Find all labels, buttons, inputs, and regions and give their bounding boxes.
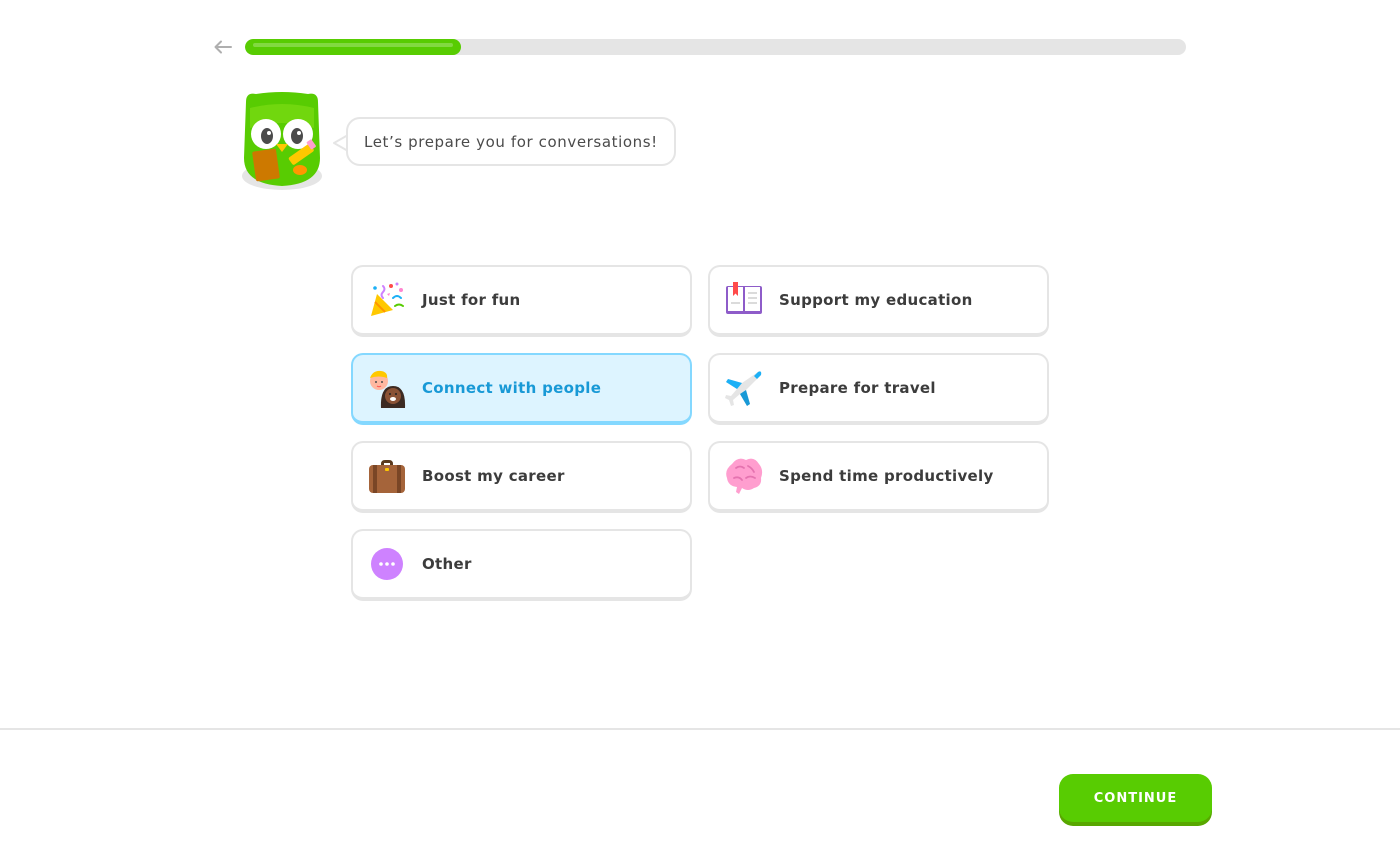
more-dots-icon	[367, 544, 407, 584]
progress-bar	[245, 39, 1186, 55]
option-label: Boost my career	[422, 467, 565, 485]
footer-divider	[0, 728, 1400, 730]
book-icon	[724, 280, 764, 320]
speech-bubble: Let’s prepare you for conversations!	[346, 117, 676, 166]
option-label: Support my education	[779, 291, 973, 309]
option-spend-time-productively[interactable]: Spend time productively	[708, 441, 1049, 513]
option-boost-my-career[interactable]: Boost my career	[351, 441, 692, 513]
continue-button[interactable]: CONTINUE	[1059, 774, 1212, 822]
brain-icon	[724, 456, 764, 496]
option-support-my-education[interactable]: Support my education	[708, 265, 1049, 337]
reason-options: Just for fun Support my education Connec…	[351, 265, 1049, 601]
top-bar	[0, 0, 1400, 94]
option-other[interactable]: Other	[351, 529, 692, 601]
option-label: Other	[422, 555, 472, 573]
progress-bar-fill	[245, 39, 462, 55]
option-label: Connect with people	[422, 379, 602, 397]
airplane-icon	[724, 368, 764, 408]
option-connect-with-people[interactable]: Connect with people	[351, 353, 692, 425]
option-prepare-for-travel[interactable]: Prepare for travel	[708, 353, 1049, 425]
option-just-for-fun[interactable]: Just for fun	[351, 265, 692, 337]
party-popper-icon	[367, 280, 407, 320]
briefcase-icon	[367, 456, 407, 496]
option-label: Prepare for travel	[779, 379, 936, 397]
people-icon	[367, 368, 407, 408]
arrow-left-icon	[214, 40, 232, 54]
speech-bubble-text: Let’s prepare you for conversations!	[364, 132, 658, 151]
back-button[interactable]	[210, 34, 236, 60]
option-label: Just for fun	[422, 291, 521, 309]
option-label: Spend time productively	[779, 467, 994, 485]
owl-mascot-icon	[242, 92, 322, 190]
